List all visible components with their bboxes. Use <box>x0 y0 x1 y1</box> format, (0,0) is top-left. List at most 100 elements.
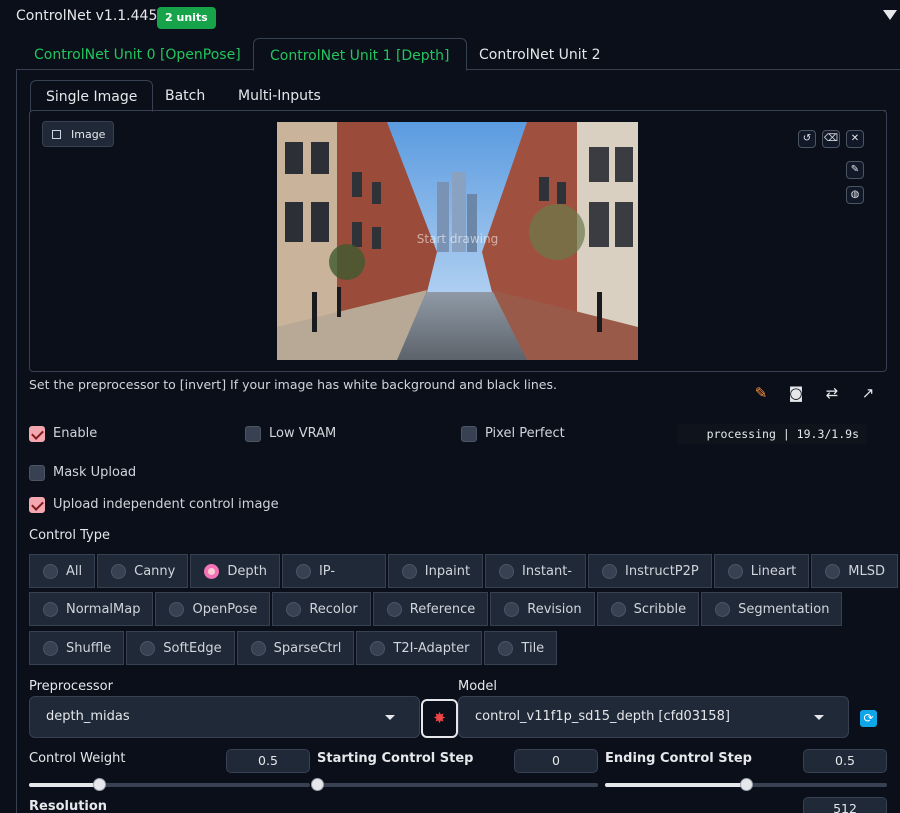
slider-thumb[interactable] <box>740 778 753 791</box>
model-dropdown[interactable]: control_v11f1p_sd15_depth [cfd03158] <box>458 696 849 738</box>
pixel-perfect-checkbox[interactable]: Pixel Perfect <box>461 425 565 443</box>
radio-reference[interactable]: Reference <box>372 592 489 626</box>
canvas-overlay-text: Start drawing <box>416 232 499 246</box>
radio-openpose[interactable]: OpenPose <box>155 592 271 626</box>
ending-step-input[interactable]: 0.5 <box>803 749 887 773</box>
mask-upload-checkbox[interactable]: Mask Upload <box>29 464 136 482</box>
refresh-models-icon[interactable]: ⟳ <box>860 710 877 727</box>
starting-step-input[interactable]: 0 <box>514 749 598 773</box>
resolution-label: Resolution <box>29 799 108 813</box>
radio-all[interactable]: All <box>29 554 96 588</box>
tab-unit-2[interactable]: ControlNet Unit 2 <box>463 38 617 70</box>
radio-label: Revision <box>527 602 582 617</box>
radio-dot[interactable] <box>370 641 386 656</box>
radio-dot[interactable] <box>250 641 266 656</box>
tab-unit-1[interactable]: ControlNet Unit 1 [Depth] <box>253 38 467 71</box>
radio-dot[interactable] <box>715 602 731 617</box>
slider-thumb[interactable] <box>311 778 324 791</box>
starting-step-slider[interactable] <box>311 778 598 791</box>
control-weight-slider[interactable] <box>29 778 310 791</box>
radio-dot[interactable] <box>43 641 58 656</box>
radio-label: SoftEdge <box>163 641 222 656</box>
radio-dot[interactable] <box>401 564 417 579</box>
preprocessor-dropdown[interactable]: depth_midas <box>29 696 420 738</box>
processing-label: processing <box>706 427 776 441</box>
radio-dot-selected[interactable] <box>204 564 220 579</box>
uploaded-image[interactable]: Start drawing <box>277 122 638 360</box>
radio-dot[interactable] <box>43 564 58 579</box>
run-preprocessor-button[interactable]: ✸ <box>421 699 458 738</box>
radio-dot[interactable] <box>140 641 156 656</box>
upload-independent-checkbox[interactable]: Upload independent control image <box>29 496 279 514</box>
radio-dot[interactable] <box>825 564 841 579</box>
collapse-triangle-icon[interactable] <box>883 10 897 20</box>
tab-batch[interactable]: Batch <box>150 80 220 111</box>
radio-dot[interactable] <box>386 602 402 617</box>
controlnet-header[interactable]: ControlNet v1.1.445 2 units <box>0 0 900 36</box>
radio-dot[interactable] <box>295 564 311 579</box>
radio-mlsd[interactable]: MLSD <box>811 554 898 588</box>
brush-icon[interactable]: ✎ <box>846 161 864 179</box>
edit-icon[interactable]: ✎ <box>751 383 771 403</box>
radio-dot[interactable] <box>169 602 185 617</box>
radio-inpaint[interactable]: Inpaint <box>387 554 484 588</box>
preprocessor-label: Preprocessor <box>29 679 113 694</box>
radio-ip-adapter[interactable]: IP-Adapter <box>281 554 386 613</box>
model-value: control_v11f1p_sd15_depth [cfd03158] <box>475 709 730 724</box>
camera-icon[interactable]: ◙ <box>786 383 806 403</box>
tab-multi-inputs[interactable]: Multi-Inputs <box>223 80 336 111</box>
radio-dot[interactable] <box>498 641 514 656</box>
radio-tile[interactable]: Tile <box>484 631 558 665</box>
radio-label: T2I-Adapter <box>393 641 470 656</box>
radio-label: SparseCtrl <box>273 641 342 656</box>
mask-upload-label: Mask Upload <box>53 465 137 480</box>
radio-instant-id[interactable]: Instant-ID <box>485 554 587 613</box>
radio-dot[interactable] <box>286 602 302 617</box>
radio-dot[interactable] <box>504 602 520 617</box>
radio-lineart[interactable]: Lineart <box>713 554 810 588</box>
radio-label: Recolor <box>309 602 358 617</box>
low-vram-checkbox[interactable]: Low VRAM <box>245 425 336 443</box>
eraser-icon[interactable]: ⌫ <box>822 130 840 148</box>
low-vram-checkbox-box[interactable] <box>245 426 261 442</box>
close-icon[interactable]: ✕ <box>846 130 864 148</box>
upload-independent-checkbox-box[interactable] <box>29 497 45 513</box>
radio-softedge[interactable]: SoftEdge <box>126 631 235 665</box>
control-weight-input[interactable]: 0.5 <box>226 749 310 773</box>
radio-recolor[interactable]: Recolor <box>272 592 371 626</box>
radio-dot[interactable] <box>602 564 618 579</box>
control-type-row-2: NormalMap OpenPose Recolor Reference Rev… <box>29 592 844 626</box>
radio-label: Depth <box>227 564 267 579</box>
palette-icon[interactable]: ◍ <box>846 186 864 204</box>
slider-thumb[interactable] <box>93 778 106 791</box>
radio-revision[interactable]: Revision <box>490 592 595 626</box>
radio-normalmap[interactable]: NormalMap <box>29 592 154 626</box>
ending-step-slider[interactable] <box>605 778 887 791</box>
radio-dot[interactable] <box>499 564 515 579</box>
tab-single-image[interactable]: Single Image <box>30 80 154 112</box>
radio-dot[interactable] <box>727 564 743 579</box>
swap-icon[interactable]: ⇄ <box>822 383 842 403</box>
radio-instructp2p[interactable]: InstructP2P <box>588 554 712 588</box>
radio-label: All <box>66 564 83 579</box>
ending-step-label: Ending Control Step <box>605 751 752 766</box>
radio-sparsectrl[interactable]: SparseCtrl <box>236 631 355 665</box>
radio-t2i-adapter[interactable]: T2I-Adapter <box>356 631 483 665</box>
resolution-input[interactable]: 512 <box>803 797 887 813</box>
radio-dot[interactable] <box>610 602 626 617</box>
radio-segmentation[interactable]: Segmentation <box>701 592 843 626</box>
radio-shuffle[interactable]: Shuffle <box>29 631 125 665</box>
pixel-perfect-checkbox-box[interactable] <box>461 426 477 442</box>
enable-checkbox-box[interactable] <box>29 426 45 442</box>
radio-dot[interactable] <box>111 564 127 579</box>
undo-icon[interactable]: ↺ <box>798 130 816 148</box>
enable-checkbox[interactable]: Enable <box>29 425 97 443</box>
mask-upload-checkbox-box[interactable] <box>29 465 45 481</box>
tab-unit-0[interactable]: ControlNet Unit 0 [OpenPose] <box>18 38 257 70</box>
radio-scribble[interactable]: Scribble <box>596 592 700 626</box>
radio-dot[interactable] <box>43 602 58 617</box>
radio-label: Segmentation <box>738 602 830 617</box>
radio-depth[interactable]: Depth <box>190 554 280 588</box>
radio-canny[interactable]: Canny <box>97 554 189 588</box>
send-icon[interactable]: ↗ <box>858 383 878 403</box>
